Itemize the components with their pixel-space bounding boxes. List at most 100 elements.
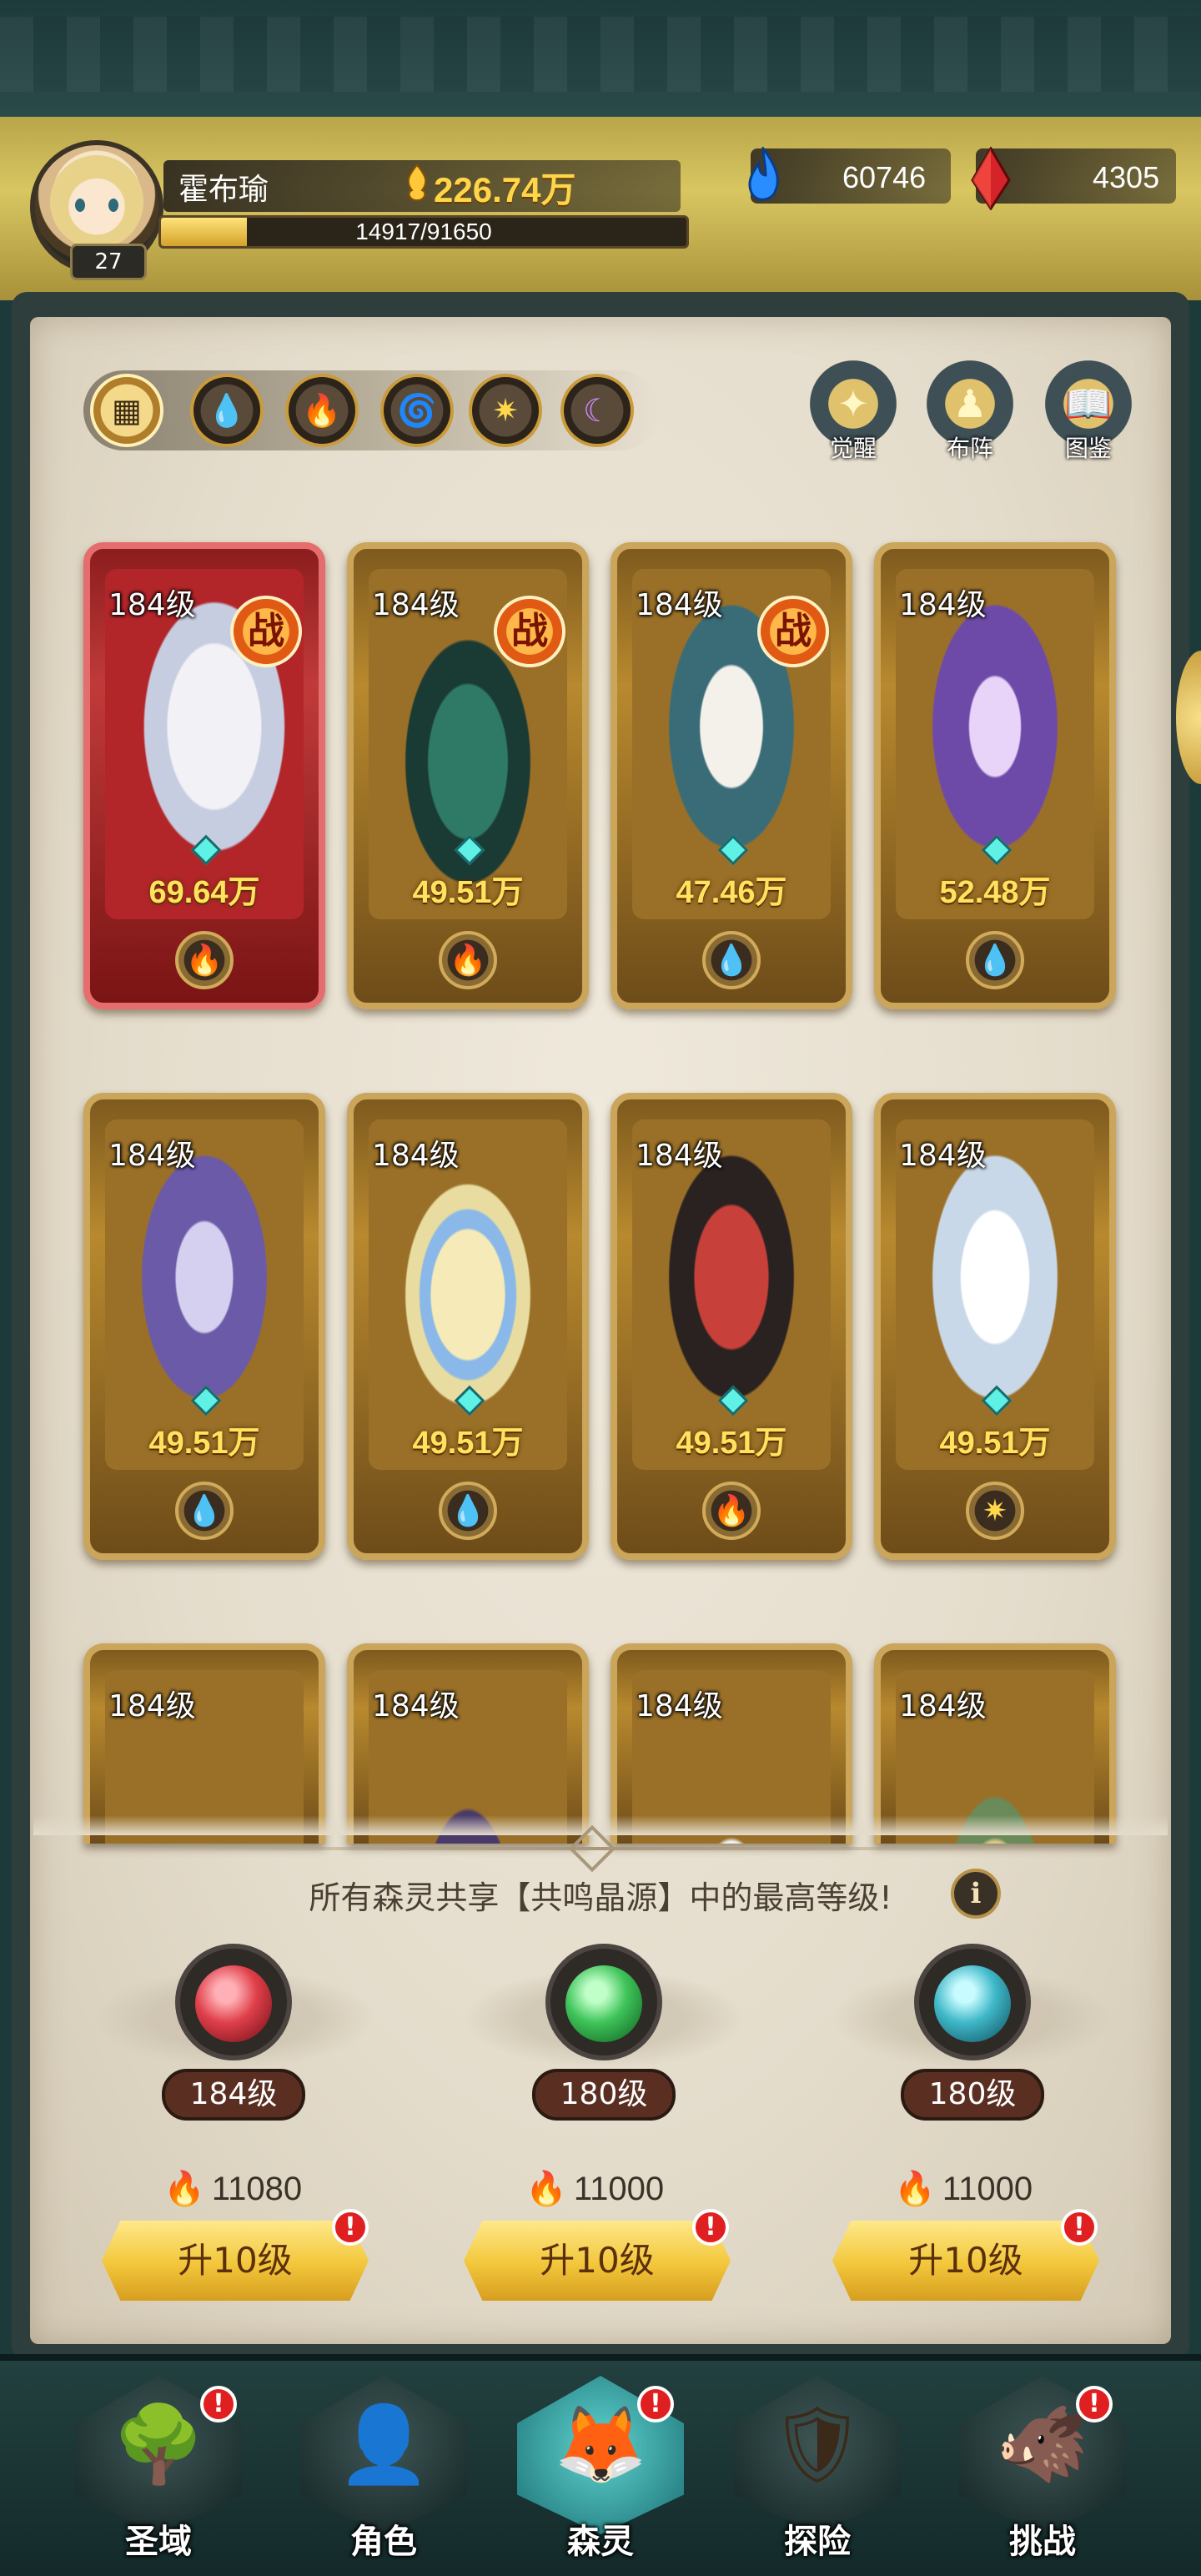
water-drop-icon: 💧 bbox=[207, 391, 247, 429]
resonance-crystal-cyan: 180级 bbox=[831, 1944, 1114, 2161]
wind-icon: 🌀 bbox=[397, 391, 437, 429]
spirit-card[interactable]: 184级 49.51万 💧 bbox=[347, 1093, 589, 1560]
water-element-icon: 💧 bbox=[702, 931, 761, 989]
water-amount: 60746 bbox=[842, 160, 927, 194]
fire-icon: 🔥 bbox=[302, 391, 342, 429]
upgrade-cost: 🔥 11000 bbox=[894, 2169, 1033, 2208]
in-battle-badge: 战 bbox=[494, 596, 565, 667]
red-crystal-icon bbox=[971, 147, 1011, 210]
upgrade-10-button[interactable]: 升10级 bbox=[102, 2221, 369, 2301]
filter-dark-button[interactable]: ☾ bbox=[560, 374, 634, 447]
nav-character[interactable]: 👤 角色 bbox=[284, 2367, 484, 2568]
card-power: 69.64万 bbox=[148, 875, 260, 910]
card-power: 49.51万 bbox=[412, 875, 524, 910]
card-level: 184级 bbox=[108, 1139, 196, 1173]
light-element-icon: ✷ bbox=[966, 1482, 1024, 1540]
info-button[interactable]: i bbox=[951, 1869, 1001, 1919]
fire-element-icon: 🔥 bbox=[175, 931, 234, 989]
cyan-orb-icon bbox=[934, 1965, 1011, 2042]
exp-bar: 14917/91650 bbox=[158, 215, 689, 249]
nav-label: 森灵 bbox=[567, 2523, 634, 2561]
nav-label: 角色 bbox=[350, 2523, 417, 2561]
crystal-level: 180级 bbox=[532, 2069, 676, 2121]
alert-badge: ! bbox=[692, 2209, 729, 2246]
fire-element-icon: 🔥 bbox=[702, 1482, 761, 1540]
awaken-button[interactable]: ✦ 觉醒 bbox=[799, 360, 907, 486]
blue-flame-icon bbox=[748, 147, 779, 201]
shared-level-text: 所有森灵共享【共鸣晶源】中的最高等级! bbox=[309, 1879, 892, 1916]
in-battle-badge: 战 bbox=[230, 596, 302, 667]
alert-badge: ! bbox=[637, 2386, 674, 2423]
card-power: 47.46万 bbox=[676, 875, 787, 910]
spirit-card[interactable]: 184级 战 69.64万 🔥 bbox=[83, 542, 325, 1009]
avatar-face bbox=[50, 155, 143, 249]
card-power: 49.51万 bbox=[148, 1426, 260, 1461]
player-name: 霍布瑜 bbox=[178, 173, 269, 207]
card-power: 49.51万 bbox=[412, 1426, 524, 1461]
spirit-card[interactable]: 184级 bbox=[611, 1643, 852, 1844]
cost-value: 11080 bbox=[211, 2171, 303, 2207]
list-fade bbox=[33, 1815, 1168, 1835]
nav-label: 探险 bbox=[784, 2523, 851, 2561]
alert-badge: ! bbox=[1076, 2386, 1113, 2423]
resonance-crystal-red: 184级 bbox=[92, 1944, 375, 2161]
spirit-card[interactable]: 184级 战 47.46万 💧 bbox=[611, 542, 852, 1009]
spirit-card[interactable]: 184级 49.51万 💧 bbox=[83, 1093, 325, 1560]
awaken-label: 觉醒 bbox=[829, 435, 877, 462]
card-power: 49.51万 bbox=[676, 1426, 787, 1461]
exp-text: 14917/91650 bbox=[355, 219, 492, 244]
spirit-card[interactable]: 184级 bbox=[347, 1643, 589, 1844]
blue-flame-icon: 🔥 bbox=[525, 2171, 567, 2207]
formation-button[interactable]: ♟ 布阵 bbox=[916, 360, 1024, 486]
spirit-card[interactable]: 184级 bbox=[83, 1643, 325, 1844]
card-level: 184级 bbox=[372, 588, 460, 622]
spirit-card[interactable]: 184级 49.51万 ✷ bbox=[874, 1093, 1116, 1560]
card-level: 184级 bbox=[899, 1689, 987, 1723]
upgrade-10-button[interactable]: 升10级 bbox=[832, 2221, 1099, 2301]
fire-crystal-amount: 4305 bbox=[1093, 160, 1160, 194]
card-level: 184级 bbox=[899, 1139, 987, 1173]
grid-icon: ▦ bbox=[112, 392, 142, 429]
spirit-card[interactable]: 184级 52.48万 💧 bbox=[874, 542, 1116, 1009]
alert-badge: ! bbox=[332, 2209, 369, 2246]
fire-element-icon: 🔥 bbox=[439, 931, 497, 989]
card-level: 184级 bbox=[372, 1689, 460, 1723]
filter-fire-button[interactable]: 🔥 bbox=[285, 374, 359, 447]
formation-label: 布阵 bbox=[946, 435, 993, 462]
nav-challenge[interactable]: 🐗 挑战 bbox=[942, 2367, 1143, 2568]
character-icon: 👤 bbox=[336, 2401, 431, 2488]
filter-light-button[interactable]: ✷ bbox=[469, 374, 542, 447]
green-orb-icon bbox=[565, 1965, 642, 2042]
moon-icon: ☾ bbox=[582, 392, 612, 429]
spirit-card[interactable]: 184级 战 49.51万 🔥 bbox=[347, 542, 589, 1009]
card-level: 184级 bbox=[636, 1689, 723, 1723]
filter-water-button[interactable]: 💧 bbox=[190, 374, 264, 447]
water-element-icon: 💧 bbox=[175, 1482, 234, 1540]
spirit-card[interactable]: 184级 49.51万 🔥 bbox=[611, 1093, 852, 1560]
water-element-icon: 💧 bbox=[439, 1482, 497, 1540]
spirit-card[interactable]: 184级 bbox=[874, 1643, 1116, 1844]
codex-label: 图鉴 bbox=[1064, 435, 1112, 462]
nav-label: 挑战 bbox=[1009, 2523, 1076, 2561]
card-level: 184级 bbox=[899, 588, 987, 622]
upgrade-cost: 🔥 11080 bbox=[163, 2169, 302, 2208]
crystal-level: 184级 bbox=[162, 2069, 305, 2121]
resonance-crystal-green: 180级 bbox=[462, 1944, 746, 2161]
shield-icon: 🛡 bbox=[769, 2401, 866, 2488]
upgrade-10-button[interactable]: 升10级 bbox=[464, 2221, 731, 2301]
cost-value: 11000 bbox=[573, 2171, 665, 2207]
filter-all-button[interactable]: ▦ bbox=[90, 374, 163, 447]
card-level: 184级 bbox=[372, 1139, 460, 1173]
blue-flame-icon: 🔥 bbox=[163, 2171, 205, 2207]
card-power: 52.48万 bbox=[939, 875, 1051, 910]
card-level: 184级 bbox=[636, 588, 723, 622]
filter-wind-button[interactable]: 🌀 bbox=[380, 374, 454, 447]
card-level: 184级 bbox=[636, 1139, 723, 1173]
codex-button[interactable]: 📖 图鉴 bbox=[1034, 360, 1143, 486]
alert-badge: ! bbox=[1061, 2209, 1098, 2246]
nav-label: 圣域 bbox=[125, 2523, 192, 2561]
card-level: 184级 bbox=[108, 588, 196, 622]
alert-badge: ! bbox=[200, 2386, 237, 2423]
in-battle-badge: 战 bbox=[757, 596, 829, 667]
nav-explore[interactable]: 🛡 探险 bbox=[717, 2367, 917, 2568]
